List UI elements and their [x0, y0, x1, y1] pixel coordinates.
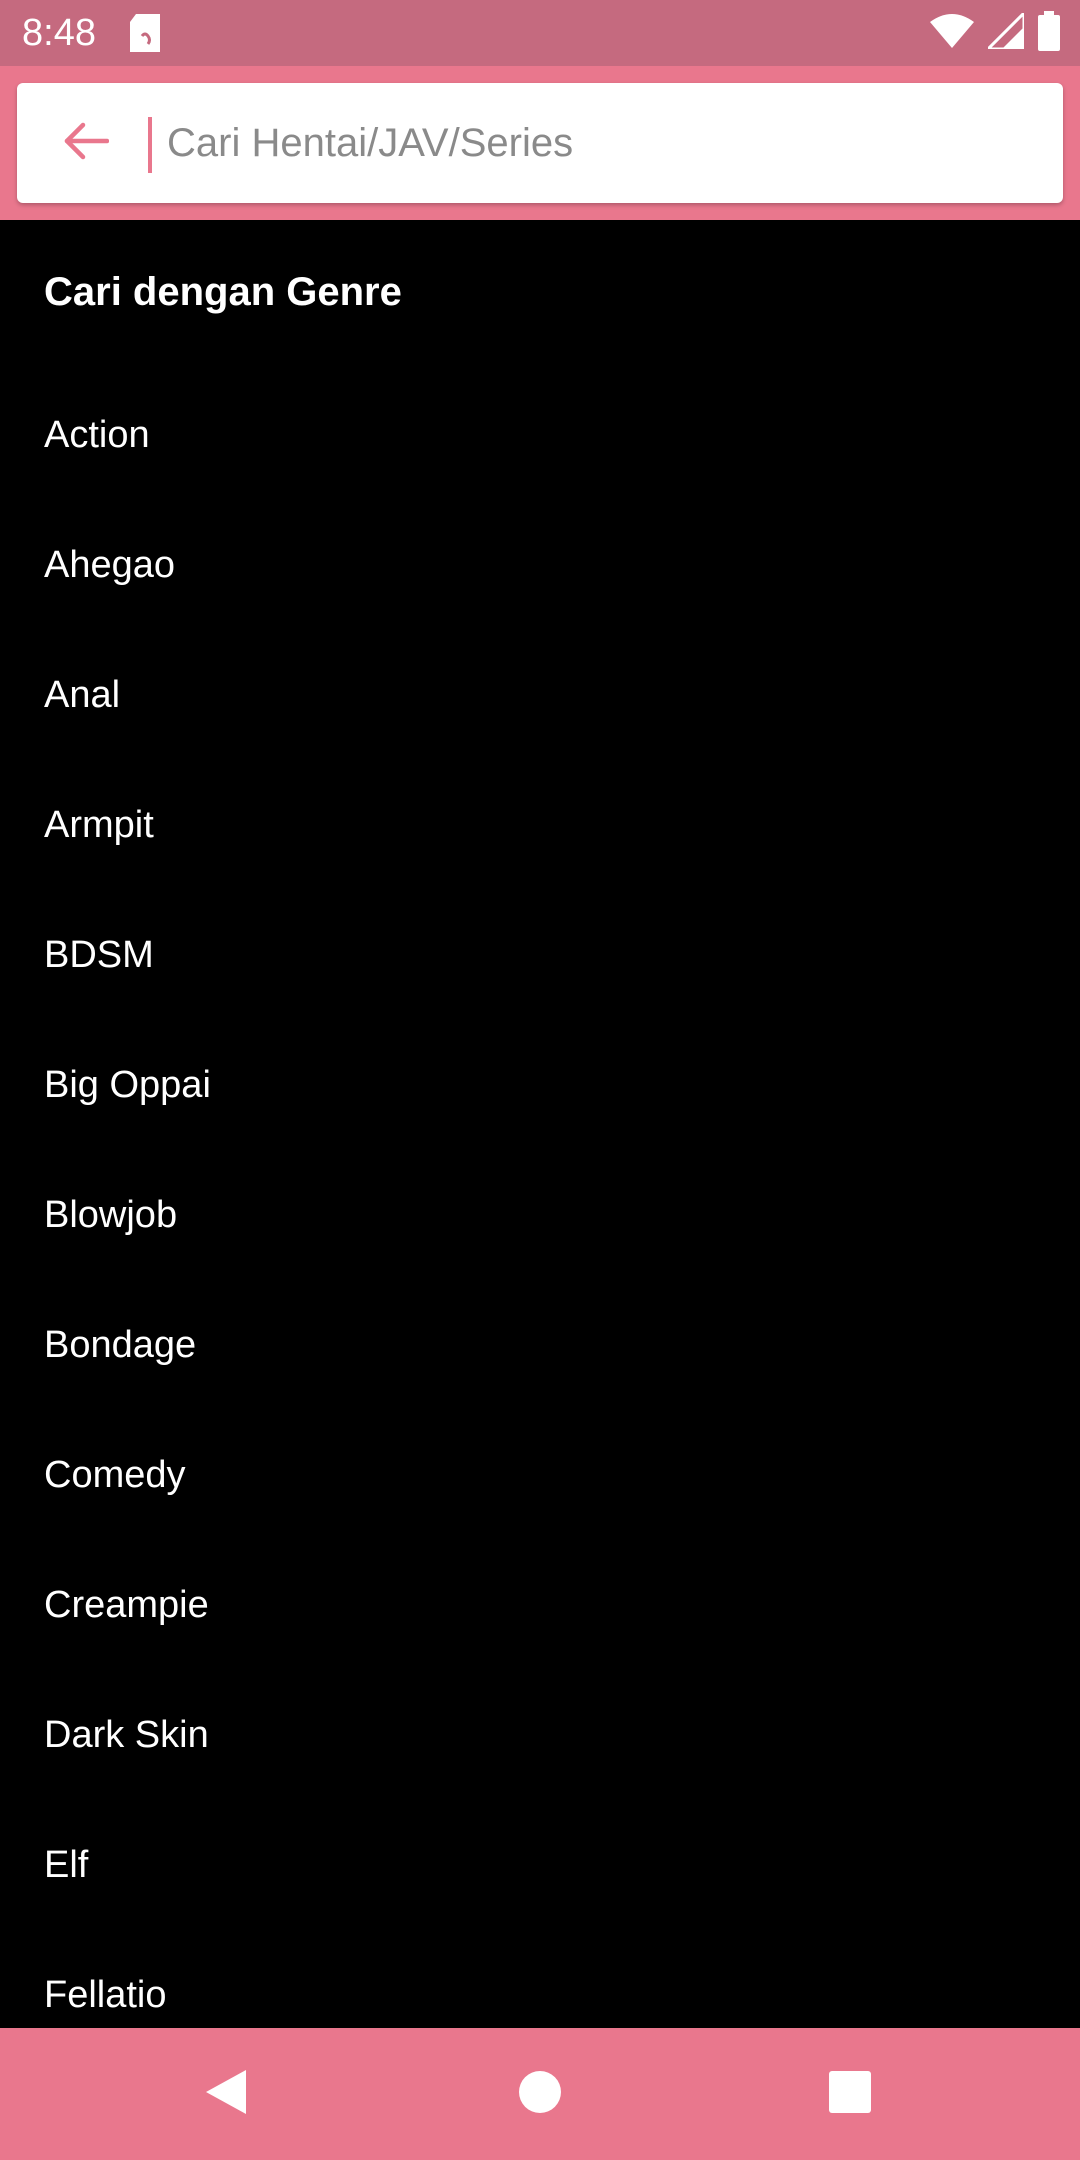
- genre-item[interactable]: Bondage: [0, 1280, 1080, 1410]
- genre-item[interactable]: Big Oppai: [0, 1020, 1080, 1150]
- genre-item[interactable]: Ahegao: [0, 500, 1080, 630]
- genre-item[interactable]: Armpit: [0, 760, 1080, 890]
- wifi-icon: [930, 13, 974, 53]
- search-card: [17, 83, 1063, 203]
- status-icons: [930, 8, 1060, 56]
- nav-recents-button[interactable]: [814, 2058, 886, 2130]
- genre-item[interactable]: Blowjob: [0, 1150, 1080, 1280]
- genre-item[interactable]: BDSM: [0, 890, 1080, 1020]
- nav-home-button[interactable]: [504, 2058, 576, 2130]
- text-cursor: [148, 117, 152, 173]
- genre-item[interactable]: Action: [0, 370, 1080, 500]
- recents-square-icon: [828, 2070, 872, 2119]
- battery-icon: [1038, 10, 1060, 56]
- signal-icon: [984, 8, 1026, 54]
- nav-back-button[interactable]: [190, 2058, 262, 2130]
- sd-card-icon: [130, 14, 160, 52]
- back-button[interactable]: [55, 113, 115, 173]
- genre-item[interactable]: Creampie: [0, 1540, 1080, 1670]
- status-time: 8:48: [22, 12, 96, 54]
- genre-item[interactable]: Dark Skin: [0, 1670, 1080, 1800]
- genre-item[interactable]: Comedy: [0, 1410, 1080, 1540]
- status-bar: 8:48: [0, 0, 1080, 66]
- genre-item[interactable]: Anal: [0, 630, 1080, 760]
- genre-item[interactable]: Elf: [0, 1800, 1080, 1930]
- system-nav-bar: [0, 2028, 1080, 2160]
- search-input[interactable]: [147, 103, 1047, 183]
- genre-list: Action Ahegao Anal Armpit BDSM Big Oppai…: [0, 370, 1080, 2028]
- arrow-back-icon: [61, 121, 110, 166]
- home-circle-icon: [518, 2070, 562, 2119]
- back-triangle-icon: [204, 2068, 248, 2121]
- genre-item[interactable]: Fellatio: [0, 1930, 1080, 2028]
- app-bar: [0, 66, 1080, 220]
- genre-content[interactable]: Cari dengan Genre Action Ahegao Anal Arm…: [0, 220, 1080, 2028]
- section-title: Cari dengan Genre: [44, 270, 402, 314]
